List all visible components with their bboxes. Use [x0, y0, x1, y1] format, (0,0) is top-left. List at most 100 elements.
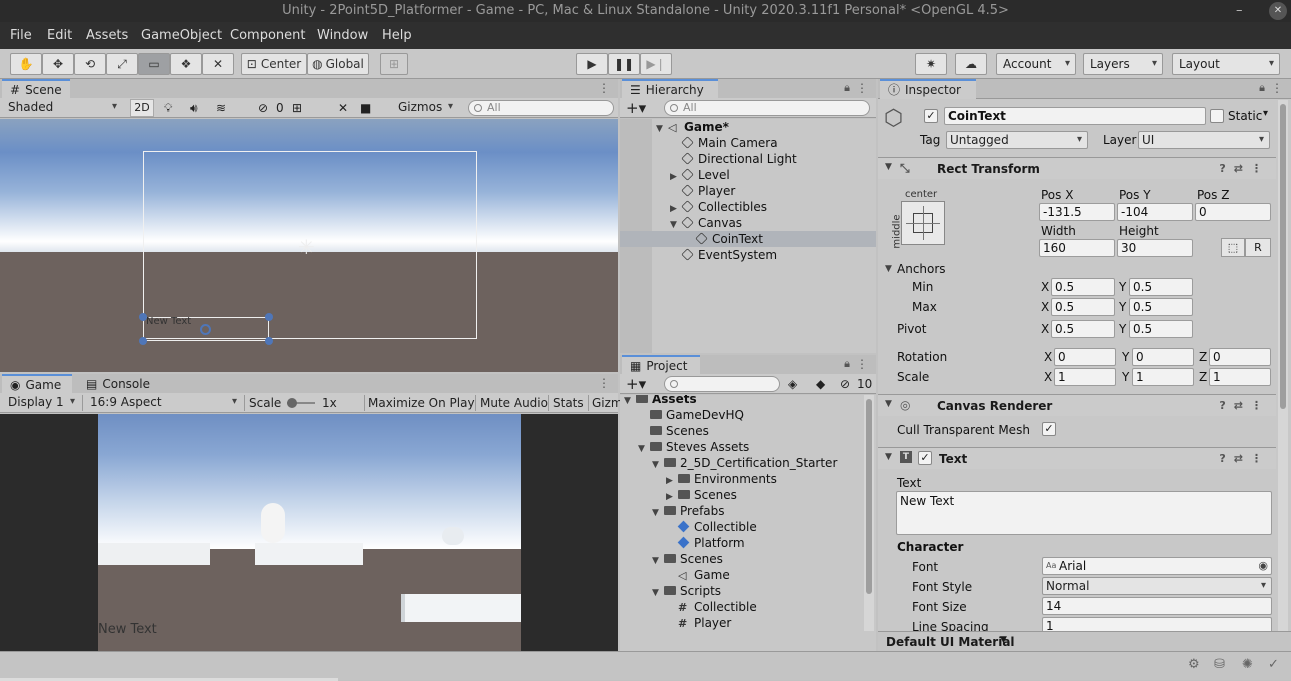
hierarchy-item[interactable]: Main Camera — [670, 135, 778, 151]
account-dropdown[interactable]: Account — [996, 53, 1076, 75]
rotate-tool-icon[interactable]: ⟲ — [74, 53, 106, 75]
anchor-min-y-field[interactable]: 0.5 — [1129, 278, 1193, 296]
minimize-button[interactable]: – — [1236, 0, 1243, 22]
shading-dropdown[interactable]: Shaded — [2, 98, 122, 118]
project-lock-icon[interactable]: 🔒︎ — [844, 357, 850, 371]
rect-handle-top-right[interactable] — [265, 313, 273, 321]
auto-generate-lighting-icon[interactable]: ✺ — [1242, 657, 1253, 672]
raw-edit-button[interactable]: R — [1245, 238, 1271, 257]
width-field[interactable]: 160 — [1039, 239, 1115, 257]
rect-tool-icon[interactable]: ▭ — [138, 53, 170, 75]
canvas-renderer-fold-icon[interactable]: ▼ — [885, 399, 892, 409]
rotation-y-field[interactable]: 0 — [1132, 348, 1194, 366]
anchor-max-y-field[interactable]: 0.5 — [1129, 298, 1193, 316]
project-item[interactable]: Collectible — [666, 519, 757, 535]
pause-button[interactable]: ❚❚ — [608, 53, 640, 75]
tab-scene[interactable]: # Scene — [2, 79, 70, 99]
hierarchy-item[interactable]: ▼ Canvas — [670, 215, 742, 231]
close-button[interactable]: ✕ — [1269, 2, 1287, 20]
effects-icon[interactable]: ≋ — [216, 98, 226, 118]
pivot-y-field[interactable]: 0.5 — [1129, 320, 1193, 338]
material-dropdown-icon[interactable]: ▼ — [1000, 635, 1007, 645]
lighting-icon[interactable]: 💡︎ — [164, 98, 172, 118]
scale-y-field[interactable]: 1 — [1132, 368, 1194, 386]
hierarchy-item[interactable]: ▶ Collectibles — [670, 199, 767, 215]
project-item[interactable]: Platform — [666, 535, 745, 551]
tab-hierarchy[interactable]: ☰ Hierarchy — [622, 79, 718, 99]
collab-icon[interactable]: ✷ — [915, 53, 947, 75]
menu-file[interactable]: File — [10, 28, 32, 43]
rotation-x-field[interactable]: 0 — [1054, 348, 1116, 366]
project-item[interactable]: ▼ Scenes — [652, 551, 723, 567]
text-component-header[interactable]: ▼ T ✓ Text ?⇄⋮ — [878, 447, 1276, 469]
tab-console[interactable]: ▤ Console — [78, 374, 158, 394]
tab-inspector[interactable]: ⓘ Inspector — [880, 79, 976, 99]
project-item[interactable]: ▼ Assets — [624, 395, 697, 407]
project-item[interactable]: ▼ Scripts — [652, 583, 721, 599]
fold-expanded-icon[interactable]: ▼ — [624, 395, 636, 409]
blueprint-mode-icon[interactable]: ⬚ — [1221, 238, 1245, 257]
hierarchy-add-button[interactable]: +▾ — [626, 98, 646, 118]
scale-z-field[interactable]: 1 — [1209, 368, 1271, 386]
anchors-fold-icon[interactable]: ▼ — [885, 264, 892, 274]
fold-expanded-icon[interactable]: ▼ — [656, 121, 668, 137]
font-style-dropdown[interactable]: Normal — [1042, 577, 1272, 595]
cloud-icon[interactable]: ☁ — [955, 53, 987, 75]
component-header-icons[interactable]: ?⇄⋮ — [1219, 452, 1270, 465]
debug-icon[interactable]: ⚙ — [1188, 657, 1200, 672]
fold-expanded-icon[interactable]: ▼ — [652, 457, 664, 473]
tab-game[interactable]: ◉ Game — [2, 374, 72, 394]
tag-dropdown[interactable]: Untagged — [946, 131, 1088, 149]
layers-dropdown[interactable]: Layers — [1083, 53, 1163, 75]
project-menu-icon[interactable]: ⋮ — [856, 357, 868, 371]
menu-assets[interactable]: Assets — [86, 28, 128, 43]
project-scroll-thumb[interactable] — [866, 399, 872, 594]
inspector-scrollbar[interactable] — [1278, 100, 1288, 632]
pos-x-field[interactable]: -131.5 — [1039, 203, 1115, 221]
game-gizmos-toggle[interactable]: Gizm — [592, 393, 623, 413]
project-item[interactable]: ▶ Environments — [666, 471, 777, 487]
project-item[interactable]: ▼ Steves Assets — [638, 439, 749, 455]
game-menu-icon[interactable]: ⋮ — [598, 376, 610, 390]
gameobject-name-field[interactable]: CoinText — [944, 107, 1206, 125]
scale-slider-thumb[interactable] — [287, 398, 297, 408]
display-dropdown[interactable]: Display 1 — [2, 393, 80, 413]
component-header-icons[interactable]: ?⇄⋮ — [1219, 162, 1270, 175]
hierarchy-item[interactable]: Player — [670, 183, 735, 199]
rect-handle-bottom-left[interactable] — [139, 337, 147, 345]
hierarchy-item[interactable]: EventSystem — [670, 247, 777, 263]
camera-icon[interactable]: ■ — [360, 98, 371, 118]
static-checkbox[interactable] — [1210, 109, 1224, 123]
pos-y-field[interactable]: -104 — [1117, 203, 1193, 221]
hierarchy-item[interactable]: CoinText — [620, 231, 876, 247]
project-search-input[interactable] — [664, 376, 780, 392]
object-picker-icon[interactable]: ◉ — [1258, 558, 1268, 574]
hierarchy-menu-icon[interactable]: ⋮ — [856, 81, 868, 95]
transform-tool-icon[interactable]: ❖ — [170, 53, 202, 75]
maximize-on-play-toggle[interactable]: Maximize On Play — [368, 393, 475, 413]
scene-menu-icon[interactable]: ⋮ — [598, 81, 610, 95]
fold-expanded-icon[interactable]: ▼ — [652, 553, 664, 569]
menu-edit[interactable]: Edit — [47, 28, 72, 43]
font-size-field[interactable]: 14 — [1042, 597, 1272, 615]
scene-search-input[interactable]: All — [468, 100, 614, 116]
pivot-handle[interactable] — [200, 324, 211, 335]
project-item[interactable]: # Player — [666, 615, 731, 631]
stats-toggle[interactable]: Stats — [553, 393, 584, 413]
step-button[interactable]: ▶❘ — [640, 53, 672, 75]
pivot-global-button[interactable]: ◍ Global — [307, 53, 369, 75]
rect-transform-header[interactable]: ▼ ⤡ Rect Transform ?⇄⋮ — [878, 157, 1276, 179]
text-component-fold-icon[interactable]: ▼ — [885, 452, 892, 462]
game-viewport[interactable]: New Text — [0, 414, 618, 651]
anchor-presets-button[interactable] — [901, 201, 945, 245]
fold-expanded-icon[interactable]: ▼ — [652, 505, 664, 521]
project-item[interactable]: ▶ Scenes — [666, 487, 737, 503]
status-check-icon[interactable]: ✓ — [1268, 657, 1279, 672]
snap-grid-icon[interactable]: ⊞ — [380, 53, 408, 75]
component-header-icons[interactable]: ?⇄⋮ — [1219, 399, 1270, 412]
custom-tool-icon[interactable]: ✕ — [202, 53, 234, 75]
project-item[interactable]: ◁ Game — [666, 567, 730, 583]
hidden-objects-icon[interactable]: ⊘ — [258, 98, 268, 118]
scale-tool-icon[interactable]: ⤢ — [106, 53, 138, 75]
project-scrollbar[interactable] — [864, 395, 874, 631]
